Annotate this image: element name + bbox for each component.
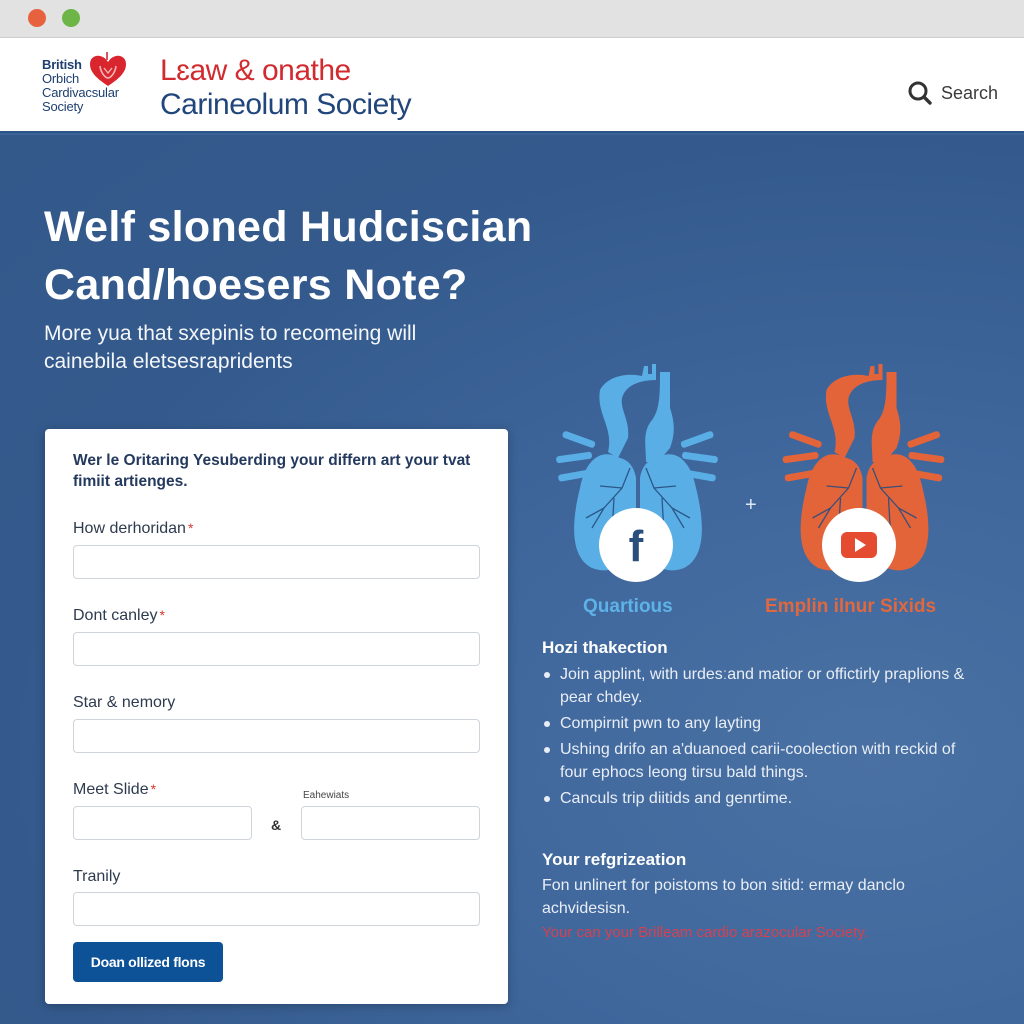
- registration-text: Fon unlinert for poistoms to bon sitid: …: [542, 877, 905, 917]
- site-header: British Orbich Cardivacsular Society Lɛa…: [0, 38, 1024, 133]
- list-item: Compirnit pwn to any layting: [542, 712, 972, 735]
- ampersand-separator: &: [271, 817, 282, 833]
- hero-subtitle-line-2: cainebila eletsesrapridents: [44, 350, 293, 373]
- info-bullet-list: Join applint, with urdesːand matior or o…: [542, 663, 972, 813]
- field-label-4: Meet Slide *: [73, 781, 156, 799]
- field-label-text: Tranily: [73, 868, 121, 885]
- brand-line-1: Lɛaw & onathe: [160, 54, 351, 87]
- browser-titlebar: [0, 0, 1024, 38]
- field-label-text: Dont canley: [73, 607, 158, 624]
- field-input-5[interactable]: [73, 892, 480, 926]
- required-marker: *: [159, 607, 165, 623]
- list-item: Canculs trip diitids and genrtime.: [542, 787, 972, 810]
- youtube-link[interactable]: [822, 508, 896, 582]
- facebook-icon: f: [628, 522, 644, 571]
- hero-title-line-1: Welf sloned Hudciscian: [44, 203, 533, 251]
- list-item: Join applint, with urdesːand matior or o…: [542, 663, 972, 709]
- field-label-2: Dont canley *: [73, 607, 165, 625]
- youtube-icon: [841, 532, 877, 558]
- field-input-secondary[interactable]: [301, 806, 480, 840]
- logo-line-4: Society: [42, 99, 84, 114]
- facebook-link[interactable]: f: [599, 508, 673, 582]
- facebook-caption[interactable]: Quartious: [583, 596, 673, 618]
- registration-link[interactable]: Your can your Brilleam cardio arazocular…: [542, 924, 868, 941]
- secondary-field-label: Eahewiats: [303, 790, 350, 801]
- field-label-text: How derhoridan: [73, 520, 186, 537]
- brand-title[interactable]: Lɛaw & onathe Carineolum Society: [160, 54, 412, 122]
- required-marker: *: [150, 781, 157, 797]
- window-maximize-button[interactable]: [62, 9, 80, 27]
- field-input-4[interactable]: [73, 806, 252, 840]
- submit-button[interactable]: Doan ollized flons: [73, 942, 223, 982]
- field-input-1[interactable]: [73, 545, 480, 579]
- signup-form: Wer le Oritaring Yesuberding your differ…: [45, 429, 508, 1004]
- window-close-button[interactable]: [28, 9, 46, 27]
- search-button[interactable]: Search: [907, 80, 998, 106]
- hero-subtitle: More yua that sxepinis to recomeing will…: [44, 320, 416, 376]
- info-heading: Hozi thakection: [542, 638, 668, 657]
- required-marker: *: [187, 520, 194, 536]
- search-icon: [908, 81, 932, 105]
- list-item: Ushing drifo an a'duanoed carii-coolecti…: [542, 738, 972, 784]
- field-label-text: Meet Slide: [73, 781, 149, 798]
- field-input-3[interactable]: [73, 719, 480, 753]
- heart-icon: [90, 52, 126, 86]
- hero-title-line-2: Cand/hoesers Note?: [44, 261, 468, 309]
- brand-line-2: Carineolum Society: [160, 88, 412, 121]
- hero-subtitle-line-1: More yua that sxepinis to recomeing will: [44, 322, 417, 345]
- field-label-5: Tranily: [73, 868, 120, 886]
- hero-title: Welf sloned Hudciscian Cand/hoesers Note…: [44, 198, 532, 314]
- registration-heading: Your refgrizeation: [542, 850, 687, 869]
- form-intro: Wer le Oritaring Yesuberding your differ…: [73, 452, 471, 490]
- plus-icon: +: [745, 494, 757, 516]
- youtube-caption[interactable]: Emplin ilnur Sixids: [765, 596, 936, 618]
- field-label-1: How derhoridan *: [73, 520, 193, 538]
- field-label-3: Star & nemory: [73, 694, 175, 712]
- field-label-text: Star & nemory: [73, 694, 176, 711]
- field-input-2[interactable]: [73, 632, 480, 666]
- site-logo[interactable]: British Orbich Cardivacsular Society: [42, 52, 132, 120]
- search-label: Search: [940, 82, 998, 103]
